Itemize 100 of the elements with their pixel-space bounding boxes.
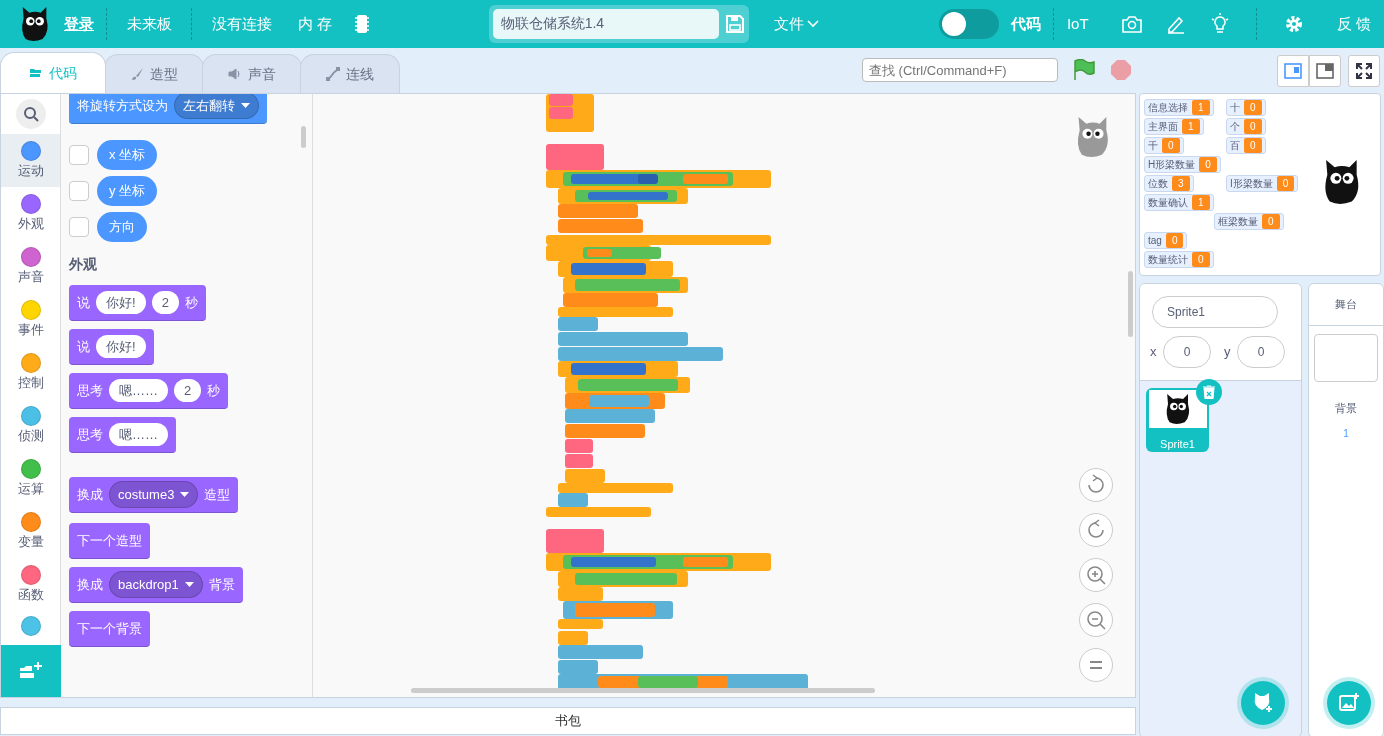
camera-icon[interactable] bbox=[1121, 15, 1142, 33]
wire-icon bbox=[326, 67, 340, 81]
brush-icon bbox=[130, 67, 144, 81]
editor-tab[interactable]: 连线 bbox=[300, 54, 400, 93]
pencil-icon[interactable] bbox=[1165, 14, 1186, 34]
block-dropdown[interactable]: 左右翻转 bbox=[174, 94, 259, 120]
canvas-zoom-button[interactable] bbox=[1079, 603, 1113, 637]
stage-panel-title: 舞台 bbox=[1309, 284, 1383, 326]
y-label: y bbox=[1224, 343, 1231, 362]
x-field[interactable]: 0 bbox=[1163, 336, 1211, 368]
category-item[interactable]: 运动 bbox=[1, 134, 60, 187]
monitor-value: 0 bbox=[1244, 100, 1262, 115]
caret-icon bbox=[184, 581, 194, 588]
code-block[interactable]: 将旋转方式设为 左右翻转 bbox=[69, 94, 267, 124]
search-icon[interactable] bbox=[14, 98, 47, 130]
code-block[interactable]: 换成 costume3 造型 bbox=[69, 477, 239, 513]
monitor-value: 0 bbox=[1165, 233, 1184, 248]
code-block[interactable]: 说 你好! 2 秒 bbox=[69, 285, 206, 321]
delete-sprite-button[interactable] bbox=[1196, 379, 1222, 405]
trash-icon bbox=[1203, 385, 1215, 399]
canvas-zoom-button[interactable] bbox=[1079, 558, 1113, 592]
variable-monitor: 百 0 bbox=[1226, 137, 1266, 154]
project-title-field[interactable]: 物联仓储系统1.4 bbox=[492, 9, 719, 39]
variable-monitor: 主界面 1 bbox=[1144, 118, 1204, 135]
monitor-value: 0 bbox=[1244, 138, 1262, 153]
code-block[interactable]: 思考 嗯…… 2 秒 bbox=[69, 373, 229, 409]
variable-monitor: 数量确认 1 bbox=[1144, 194, 1214, 211]
category-item[interactable]: 运算 bbox=[1, 452, 60, 505]
canvas-zoom-button[interactable] bbox=[1079, 513, 1113, 547]
zoom-out-icon bbox=[1085, 609, 1107, 631]
variable-monitor: 个 0 bbox=[1226, 118, 1266, 135]
save-icon[interactable] bbox=[724, 14, 745, 34]
checkbox[interactable] bbox=[69, 217, 89, 237]
code-block[interactable]: 思考 嗯…… bbox=[69, 417, 176, 453]
backdrop-label: 背景 bbox=[1335, 400, 1357, 416]
code-block[interactable]: 下一个造型 bbox=[69, 523, 150, 559]
variable-monitor: 十 0 bbox=[1226, 99, 1266, 116]
find-field[interactable]: 查找 (Ctrl/Command+F) bbox=[862, 58, 1058, 82]
block-dropdown[interactable]: backdrop1 bbox=[109, 570, 203, 599]
backpack-bar[interactable]: 书包 bbox=[0, 707, 1136, 735]
block-dropdown[interactable]: costume3 bbox=[109, 480, 199, 509]
category-item[interactable]: 声音 bbox=[1, 240, 60, 293]
add-backdrop-button[interactable] bbox=[1327, 681, 1371, 725]
add-sprite-button[interactable] bbox=[1241, 681, 1285, 725]
category-item[interactable]: 函数 bbox=[1, 558, 60, 611]
checkbox[interactable] bbox=[69, 181, 89, 201]
editor-tab[interactable]: 声音 bbox=[202, 54, 302, 93]
layout-button[interactable] bbox=[1308, 54, 1341, 87]
scrollbar[interactable] bbox=[301, 126, 306, 148]
category-item[interactable]: 控制 bbox=[1, 346, 60, 399]
code-block[interactable]: 说 你好! bbox=[69, 329, 154, 365]
monitor-value: 3 bbox=[1172, 176, 1190, 191]
cat-add-icon bbox=[1252, 692, 1274, 714]
sprite-name-field[interactable]: Sprite1 bbox=[1152, 296, 1278, 328]
monitor-value: 0 bbox=[1262, 214, 1280, 229]
category-item[interactable]: 事件 bbox=[1, 293, 60, 346]
add-extension-button[interactable] bbox=[1, 645, 61, 697]
category-item[interactable]: 侦测 bbox=[1, 399, 60, 452]
monitor-value: 0 bbox=[1244, 119, 1262, 134]
layout-button[interactable] bbox=[1276, 54, 1309, 87]
variable-monitor: 位数 3 bbox=[1144, 175, 1194, 192]
scrollbar[interactable] bbox=[411, 688, 875, 693]
fullscreen-button[interactable] bbox=[1348, 54, 1380, 87]
variable-monitor: I形梁数量 0 bbox=[1226, 175, 1299, 192]
block-input[interactable]: 2 bbox=[151, 290, 179, 315]
checkbox[interactable] bbox=[69, 145, 89, 165]
chip-icon[interactable] bbox=[354, 14, 369, 34]
monitor-value: 0 bbox=[1276, 176, 1295, 191]
block-input[interactable]: 嗯…… bbox=[109, 422, 168, 447]
code-block[interactable]: 下一个背景 bbox=[69, 611, 150, 647]
code-block[interactable]: 换成 backdrop1 背景 bbox=[69, 567, 243, 603]
scrollbar[interactable] bbox=[1128, 271, 1133, 337]
flag-icon[interactable] bbox=[1072, 59, 1096, 81]
settings-icon[interactable] bbox=[1284, 15, 1303, 33]
block-input[interactable]: 你好! bbox=[96, 290, 146, 315]
lightbulb-icon[interactable] bbox=[1209, 13, 1230, 35]
y-field[interactable]: 0 bbox=[1237, 336, 1285, 368]
zoom-in-icon bbox=[1085, 564, 1107, 586]
stop-icon[interactable] bbox=[1110, 59, 1132, 81]
monitor-value: 0 bbox=[1162, 138, 1180, 153]
fullscreen-icon bbox=[1356, 62, 1372, 79]
block-input[interactable]: 2 bbox=[174, 378, 202, 403]
code-toggle[interactable] bbox=[938, 9, 999, 39]
backdrop-thumbnail[interactable] bbox=[1314, 333, 1378, 382]
caret-icon bbox=[806, 20, 819, 28]
variable-monitor: H形梁数量 0 bbox=[1144, 156, 1221, 173]
editor-tab[interactable]: 造型 bbox=[104, 54, 204, 93]
speaker-icon bbox=[228, 67, 242, 81]
category-item[interactable]: 变量 bbox=[1, 505, 60, 558]
x-label: x bbox=[1150, 343, 1157, 362]
monitor-value: 1 bbox=[1192, 195, 1210, 210]
caret-icon bbox=[180, 491, 190, 498]
category-item[interactable]: 外观 bbox=[1, 187, 60, 240]
caret-icon bbox=[241, 102, 250, 109]
block-input[interactable]: 你好! bbox=[96, 334, 146, 359]
code-blocks-icon bbox=[29, 66, 43, 80]
monitor-value: 1 bbox=[1182, 119, 1200, 134]
block-input[interactable]: 嗯…… bbox=[109, 378, 168, 403]
canvas-zoom-button[interactable] bbox=[1079, 468, 1113, 502]
canvas-zoom-button[interactable] bbox=[1079, 648, 1113, 682]
